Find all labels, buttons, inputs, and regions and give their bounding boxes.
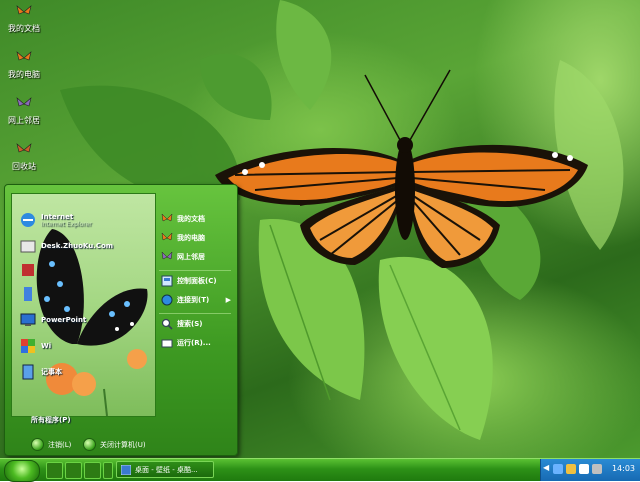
monitor-icon bbox=[20, 313, 36, 326]
menu-divider bbox=[159, 270, 231, 271]
media-icon bbox=[21, 339, 35, 353]
start-menu-left-pane: Internet Internet Explorer Desk.ZhuoKu.Co… bbox=[11, 193, 156, 417]
menu-item-label: 我的文档 bbox=[177, 215, 205, 223]
logoff-label: 注销(L) bbox=[48, 440, 72, 449]
start-menu-right-pane: 我的文档 我的电脑 网上邻居 控制面板(C) 连接到(T) ▶ 搜索(S) 运行… bbox=[155, 193, 235, 415]
taskbar: 桌面 - 壁纸 - 桌酷... ◀ 14:03 bbox=[0, 458, 640, 482]
clock: 14:03 bbox=[611, 464, 635, 473]
menu-item-label: 我的电脑 bbox=[177, 234, 205, 242]
start-menu: Internet Internet Explorer Desk.ZhuoKu.Co… bbox=[4, 184, 238, 456]
menu-item-label: 控制面板(C) bbox=[177, 277, 217, 285]
tray-app-icon[interactable] bbox=[566, 464, 576, 474]
butterfly-icon bbox=[161, 232, 173, 241]
menu-right-my-computer[interactable]: 我的电脑 bbox=[161, 232, 205, 244]
menu-item-app-1[interactable] bbox=[20, 262, 41, 278]
globe-icon bbox=[161, 294, 173, 306]
run-icon bbox=[161, 339, 173, 348]
butterfly-icon bbox=[161, 251, 173, 260]
butterfly-icon bbox=[16, 51, 32, 61]
menu-item-internet[interactable]: Internet Internet Explorer bbox=[20, 212, 92, 228]
chevron-right-icon: ▶ bbox=[225, 296, 231, 304]
quicklaunch-expand-icon[interactable] bbox=[103, 462, 113, 479]
butterfly-icon bbox=[16, 97, 32, 107]
butterfly-icon bbox=[16, 143, 32, 153]
start-button[interactable] bbox=[4, 460, 40, 482]
desktop-icon-label: 网上邻居 bbox=[8, 116, 40, 125]
start-menu-footer: 注销(L) 关闭计算机(U) bbox=[5, 433, 237, 455]
control-panel-icon bbox=[161, 275, 173, 287]
ie-icon bbox=[21, 213, 35, 227]
menu-item-label: Internet bbox=[41, 212, 74, 221]
butterfly-icon bbox=[161, 213, 173, 222]
desktop-icon-label: 我的文档 bbox=[8, 24, 40, 33]
menu-item-desk-zhuoku[interactable]: Desk.ZhuoKu.Com bbox=[20, 238, 113, 254]
shutdown-label: 关闭计算机(U) bbox=[100, 440, 146, 449]
taskbar-window-label: 桌面 - 壁纸 - 桌酷... bbox=[135, 465, 198, 474]
desktop-icon-recycle-bin[interactable]: 回收站 bbox=[2, 142, 46, 172]
menu-item-label: 运行(R)... bbox=[177, 339, 211, 347]
tray-expand-icon[interactable]: ◀ bbox=[543, 463, 549, 472]
app-icon bbox=[22, 264, 34, 276]
menu-right-control-panel[interactable]: 控制面板(C) bbox=[161, 275, 217, 287]
menu-item-label: 记事本 bbox=[41, 368, 62, 376]
quicklaunch-ie-icon[interactable] bbox=[46, 462, 63, 479]
window-icon bbox=[121, 464, 131, 475]
app-icon bbox=[24, 287, 32, 301]
menu-item-windows-media[interactable]: Wi bbox=[20, 338, 51, 354]
search-icon bbox=[161, 318, 173, 330]
notepad-icon bbox=[22, 364, 34, 380]
quicklaunch-browser-icon[interactable] bbox=[65, 462, 82, 479]
desktop-icon-my-documents[interactable]: 我的文档 bbox=[2, 4, 46, 34]
menu-right-run[interactable]: 运行(R)... bbox=[161, 337, 211, 349]
menu-item-label: Wi bbox=[41, 342, 52, 350]
quicklaunch-desktop-icon[interactable] bbox=[84, 462, 101, 479]
menu-item-label: Desk.ZhuoKu.Com bbox=[41, 242, 114, 250]
logoff-icon bbox=[31, 438, 44, 451]
shutdown-button[interactable]: 关闭计算机(U) bbox=[83, 438, 146, 451]
menu-item-app-2[interactable] bbox=[20, 286, 41, 302]
menu-right-search[interactable]: 搜索(S) bbox=[161, 318, 202, 330]
desktop-icon-label: 回收站 bbox=[12, 162, 36, 171]
desktop-icon-my-computer[interactable]: 我的电脑 bbox=[2, 50, 46, 80]
desktop-icon-network[interactable]: 网上邻居 bbox=[2, 96, 46, 126]
menu-right-my-documents[interactable]: 我的文档 bbox=[161, 213, 205, 225]
menu-item-powerpoint[interactable]: PowerPoint bbox=[20, 312, 86, 328]
butterfly-icon bbox=[16, 5, 32, 15]
menu-item-label: 网上邻居 bbox=[177, 253, 205, 261]
menu-item-label: PowerPoint bbox=[41, 316, 87, 324]
menu-item-label: 连接到(T) bbox=[177, 296, 210, 304]
folder-icon bbox=[20, 240, 36, 253]
tray-app-icon[interactable] bbox=[553, 464, 563, 474]
menu-right-network[interactable]: 网上邻居 bbox=[161, 251, 205, 263]
all-programs-button[interactable]: 所有程序(P) bbox=[31, 415, 71, 425]
menu-item-notepad[interactable]: 记事本 bbox=[20, 364, 62, 380]
system-tray: ◀ 14:03 bbox=[540, 459, 640, 481]
taskbar-window-button[interactable]: 桌面 - 壁纸 - 桌酷... bbox=[116, 461, 214, 478]
power-icon bbox=[83, 438, 96, 451]
menu-item-sub-label: Internet Explorer bbox=[41, 220, 92, 228]
menu-item-label: 搜索(S) bbox=[177, 320, 203, 328]
tray-volume-icon[interactable] bbox=[592, 464, 602, 474]
menu-right-connect-to[interactable]: 连接到(T) ▶ bbox=[161, 294, 235, 306]
logoff-button[interactable]: 注销(L) bbox=[31, 438, 71, 451]
desktop-icon-label: 我的电脑 bbox=[8, 70, 40, 79]
menu-divider bbox=[159, 313, 231, 314]
tray-network-icon[interactable] bbox=[579, 464, 589, 474]
